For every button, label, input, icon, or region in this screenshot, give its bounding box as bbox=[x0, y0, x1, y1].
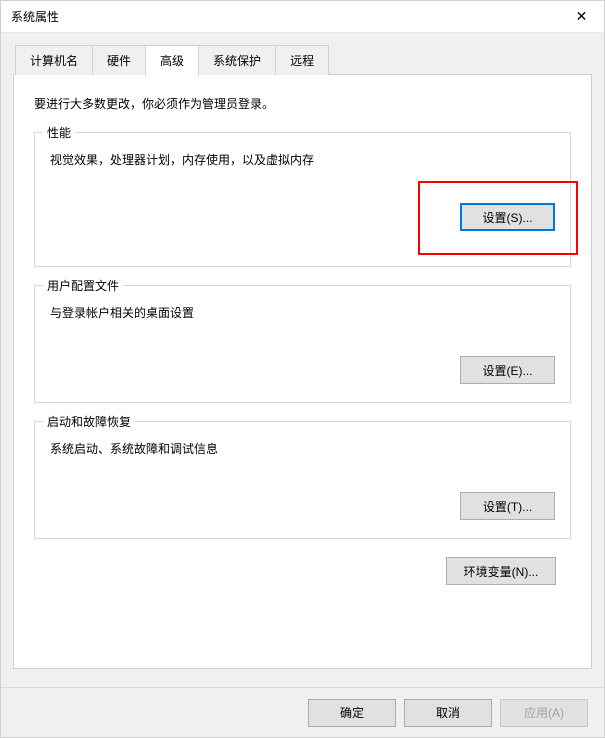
env-variables-row: 环境变量(N)... bbox=[34, 557, 556, 585]
performance-desc: 视觉效果，处理器计划，内存使用，以及虚拟内存 bbox=[50, 151, 555, 168]
user-profiles-button-row: 设置(E)... bbox=[50, 356, 555, 384]
environment-variables-button[interactable]: 环境变量(N)... bbox=[446, 557, 556, 585]
cancel-button[interactable]: 取消 bbox=[404, 699, 492, 727]
ok-button[interactable]: 确定 bbox=[308, 699, 396, 727]
advanced-tab-panel: 要进行大多数更改，你必须作为管理员登录。 性能 视觉效果，处理器计划，内存使用，… bbox=[13, 74, 592, 669]
performance-button-row: 设置(S)... bbox=[50, 203, 555, 231]
tab-strip: 计算机名 硬件 高级 系统保护 远程 bbox=[1, 45, 604, 75]
content-area: 计算机名 硬件 高级 系统保护 远程 要进行大多数更改，你必须作为管理员登录。 … bbox=[1, 33, 604, 687]
performance-group: 性能 视觉效果，处理器计划，内存使用，以及虚拟内存 设置(S)... bbox=[34, 132, 571, 267]
performance-title: 性能 bbox=[43, 124, 75, 141]
user-profiles-group: 用户配置文件 与登录帐户相关的桌面设置 设置(E)... bbox=[34, 285, 571, 403]
tab-system-protection[interactable]: 系统保护 bbox=[198, 45, 276, 75]
close-button[interactable]: ✕ bbox=[559, 1, 604, 33]
tab-remote[interactable]: 远程 bbox=[275, 45, 329, 75]
performance-settings-button[interactable]: 设置(S)... bbox=[460, 203, 555, 231]
user-profiles-settings-button[interactable]: 设置(E)... bbox=[460, 356, 555, 384]
user-profiles-title: 用户配置文件 bbox=[43, 277, 123, 294]
user-profiles-desc: 与登录帐户相关的桌面设置 bbox=[50, 304, 555, 321]
dialog-buttons: 确定 取消 应用(A) bbox=[1, 687, 604, 737]
tab-computer-name[interactable]: 计算机名 bbox=[15, 45, 93, 75]
apply-button: 应用(A) bbox=[500, 699, 588, 727]
tab-hardware[interactable]: 硬件 bbox=[92, 45, 146, 75]
startup-recovery-settings-button[interactable]: 设置(T)... bbox=[460, 492, 555, 520]
startup-recovery-title: 启动和故障恢复 bbox=[43, 413, 135, 430]
close-icon: ✕ bbox=[576, 8, 588, 25]
startup-recovery-group: 启动和故障恢复 系统启动、系统故障和调试信息 设置(T)... bbox=[34, 421, 571, 539]
tab-advanced[interactable]: 高级 bbox=[145, 45, 199, 76]
window-title: 系统属性 bbox=[11, 8, 59, 25]
startup-recovery-button-row: 设置(T)... bbox=[50, 492, 555, 520]
admin-notice: 要进行大多数更改，你必须作为管理员登录。 bbox=[34, 95, 571, 112]
titlebar: 系统属性 ✕ bbox=[1, 1, 604, 33]
system-properties-window: 系统属性 ✕ 计算机名 硬件 高级 系统保护 远程 要进行大多数更改，你必须作为… bbox=[0, 0, 605, 738]
startup-recovery-desc: 系统启动、系统故障和调试信息 bbox=[50, 440, 555, 457]
